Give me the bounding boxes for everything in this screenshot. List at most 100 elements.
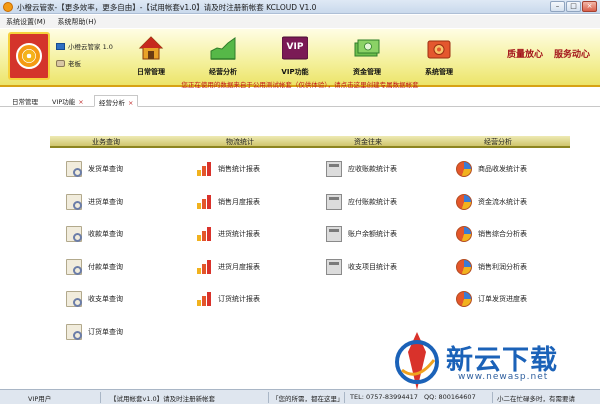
report-item[interactable]: 进货月度报表 bbox=[196, 258, 260, 276]
report-item[interactable]: 付款单查询 bbox=[66, 258, 123, 276]
tool-vip-features[interactable]: VIP VIP功能 bbox=[264, 33, 326, 83]
calculator-icon bbox=[326, 193, 342, 210]
maximize-button[interactable]: □ bbox=[566, 1, 581, 12]
status-tip: 小二在忙碌多时，有需要请 bbox=[497, 395, 575, 403]
report-item-label: 销售利润分析表 bbox=[478, 262, 527, 271]
report-item[interactable]: 收款单查询 bbox=[66, 225, 123, 243]
report-item-label: 进货单查询 bbox=[88, 197, 123, 206]
document-search-icon bbox=[66, 258, 82, 275]
report-item-label: 进货月度报表 bbox=[218, 262, 260, 271]
app-icon bbox=[3, 2, 13, 12]
report-item[interactable]: 应付账款统计表 bbox=[326, 193, 397, 211]
service-link[interactable]: 服务动心 bbox=[554, 47, 590, 60]
menu-system-help[interactable]: 系统帮助(H) bbox=[52, 15, 103, 28]
report-item-label: 进货统计报表 bbox=[218, 230, 260, 238]
document-search-icon bbox=[66, 291, 82, 307]
report-item[interactable]: 销售利润分析表 bbox=[456, 258, 527, 276]
report-item[interactable]: 商品收发统计表 bbox=[456, 160, 527, 178]
section-title-fund-flow: 资金往来 bbox=[354, 138, 382, 146]
report-item[interactable]: 进货统计报表 bbox=[196, 225, 260, 243]
report-item-label: 订货统计报表 bbox=[218, 295, 260, 303]
document-search-icon bbox=[66, 323, 82, 340]
tool-system-management[interactable]: 系统管理 bbox=[408, 33, 470, 83]
user-card-icon bbox=[56, 59, 65, 67]
watermark-url: www.newasp.net bbox=[458, 372, 549, 382]
vip-badge-text: VIP bbox=[286, 42, 304, 52]
house-icon bbox=[138, 36, 164, 60]
report-item[interactable]: 资金流水统计表 bbox=[456, 193, 527, 211]
tool-fund-management[interactable]: 资金管理 bbox=[336, 33, 398, 83]
report-item[interactable]: 进货单查询 bbox=[66, 193, 123, 211]
status-qq: QQ: 800164607 bbox=[424, 393, 476, 401]
trial-notice-link[interactable]: 您正在使用的数据来自于公用测试帐套（仅供体验），请点击这里创建专属数据帐套 bbox=[0, 79, 600, 89]
pie-chart-icon bbox=[456, 258, 472, 275]
tab-close-icon[interactable]: × bbox=[78, 98, 83, 106]
orange-logo bbox=[8, 32, 50, 80]
pie-chart-icon bbox=[456, 161, 472, 177]
report-item-label: 付款单查询 bbox=[88, 262, 123, 271]
report-item[interactable]: 销售统计报表 bbox=[196, 160, 260, 178]
status-user-type: VIP用户 bbox=[28, 395, 52, 403]
section-title-logistics-stats: 物流统计 bbox=[226, 138, 254, 146]
tab-strip: 日常管理 VIP功能 × 经营分析 × bbox=[0, 93, 600, 107]
tab-business-analysis[interactable]: 经营分析 × bbox=[94, 95, 139, 107]
report-item[interactable]: 收支单查询 bbox=[66, 290, 123, 308]
status-trial-info: 【试用帐套v1.0】请及时注册新帐套 bbox=[110, 395, 216, 403]
report-item-label: 订货单查询 bbox=[88, 327, 123, 336]
document-search-icon bbox=[66, 161, 82, 177]
status-phone: TEL: 0757-83994417 bbox=[350, 393, 418, 401]
tab-daily-management[interactable]: 日常管理 bbox=[8, 95, 42, 107]
report-item[interactable]: 销售月度报表 bbox=[196, 193, 260, 211]
section-title-operation-analysis: 经营分析 bbox=[484, 138, 512, 146]
report-item[interactable]: 账户余额统计表 bbox=[326, 225, 397, 243]
minimize-button[interactable]: – bbox=[550, 1, 565, 12]
report-item-label: 销售综合分析表 bbox=[478, 230, 527, 238]
report-item-label: 资金流水统计表 bbox=[478, 197, 527, 206]
report-item-label: 账户余额统计表 bbox=[348, 230, 397, 238]
report-item[interactable]: 订货单查询 bbox=[66, 323, 123, 341]
tab-vip-features[interactable]: VIP功能 × bbox=[48, 95, 88, 107]
report-item-label: 收支项目统计表 bbox=[348, 262, 397, 271]
document-search-icon bbox=[66, 193, 82, 210]
status-bar: VIP用户 【试用帐套v1.0】请及时注册新帐套 「您的所需，都在这里」 TEL… bbox=[0, 389, 600, 404]
close-button[interactable]: × bbox=[582, 1, 597, 12]
window-title: 小橙云管家-【更多效率，更多自由】-【试用帐套v1.0】请及时注册新帐套 KCL… bbox=[17, 3, 317, 12]
calculator-icon bbox=[326, 258, 342, 275]
bar-chart-icon bbox=[196, 161, 212, 177]
menu-bar: 系统设置(M) 系统帮助(H) bbox=[0, 15, 600, 28]
money-icon bbox=[354, 39, 380, 57]
pie-chart-icon bbox=[456, 291, 472, 307]
status-slogan: 「您的所需，都在这里」 bbox=[272, 395, 344, 403]
user-label: 老板 bbox=[68, 60, 81, 68]
tool-business-analysis[interactable]: 经营分析 bbox=[192, 33, 254, 83]
gear-folder-icon bbox=[427, 40, 451, 59]
report-item[interactable]: 收支项目统计表 bbox=[326, 258, 397, 276]
report-item[interactable]: 订货统计报表 bbox=[196, 290, 260, 308]
newasp-watermark-logo-icon bbox=[395, 332, 439, 390]
report-item[interactable]: 发货单查询 bbox=[66, 160, 123, 178]
bar-chart-icon bbox=[196, 291, 212, 307]
tool-daily-management[interactable]: 日常管理 bbox=[120, 33, 182, 83]
report-item[interactable]: 订单发货进度表 bbox=[456, 290, 527, 308]
quality-assurance-link[interactable]: 质量放心 bbox=[507, 47, 543, 60]
bar-chart-icon bbox=[196, 194, 212, 210]
product-name: 小橙云管家 1.0 bbox=[68, 43, 113, 51]
menu-system-settings[interactable]: 系统设置(M) bbox=[0, 15, 52, 28]
tab-close-icon[interactable]: × bbox=[128, 99, 133, 107]
report-item-label: 发货单查询 bbox=[88, 165, 123, 173]
document-search-icon bbox=[66, 226, 82, 242]
report-item[interactable]: 销售综合分析表 bbox=[456, 225, 527, 243]
report-item-label: 销售月度报表 bbox=[218, 197, 260, 206]
monitor-icon bbox=[56, 42, 65, 50]
report-item[interactable]: 应收账款统计表 bbox=[326, 160, 397, 178]
growth-chart-icon bbox=[210, 37, 236, 60]
calculator-icon bbox=[326, 226, 342, 242]
calculator-icon bbox=[326, 161, 342, 177]
bar-chart-icon bbox=[196, 226, 212, 242]
report-item-label: 销售统计报表 bbox=[218, 165, 260, 173]
report-item-label: 收款单查询 bbox=[88, 230, 123, 238]
report-item-label: 订单发货进度表 bbox=[478, 295, 527, 303]
report-item-label: 应付账款统计表 bbox=[348, 197, 397, 206]
report-item-label: 商品收发统计表 bbox=[478, 165, 527, 173]
report-item-label: 收支单查询 bbox=[88, 295, 123, 303]
